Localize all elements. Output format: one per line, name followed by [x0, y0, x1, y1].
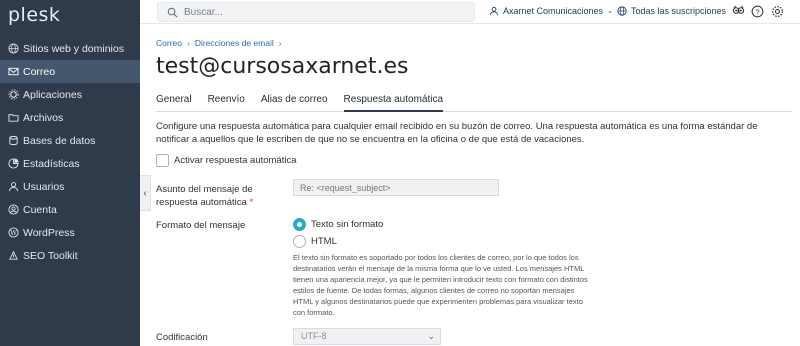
sidebar-item-label: Correo	[23, 65, 56, 78]
sidebar-item-label: Cuenta	[23, 203, 57, 216]
svg-text:W: W	[10, 229, 17, 237]
chart-icon	[7, 158, 19, 170]
tab-alias[interactable]: Alias de correo	[261, 93, 328, 112]
sidebar-item-aplicaciones[interactable]: Aplicaciones	[0, 83, 140, 106]
user-icon	[489, 7, 499, 16]
radio-html[interactable]	[293, 235, 306, 248]
folder-icon	[7, 112, 19, 124]
encoding-select[interactable]: UTF-8 ⌄	[293, 328, 441, 345]
subject-label-line2: respuesta automática	[156, 197, 247, 208]
database-icon	[7, 135, 19, 147]
subscriptions-menu[interactable]: Todas las suscripciones	[617, 6, 726, 16]
tab-respuesta-automatica[interactable]: Respuesta automática	[343, 93, 444, 112]
account-label: Axarnet Comunicaciones	[503, 6, 604, 16]
sidebar-item-estadisticas[interactable]: Estadísticas	[0, 152, 140, 175]
format-hint-text: El texto sin formato es soportado por to…	[293, 253, 588, 317]
required-mark: *	[249, 197, 254, 208]
gear-icon	[7, 89, 19, 101]
sidebar-item-usuarios[interactable]: Usuarios	[0, 175, 140, 198]
sidebar-item-seo-toolkit[interactable]: SEO Toolkit	[0, 244, 140, 267]
tab-general[interactable]: General	[156, 93, 192, 112]
sidebar-item-label: WordPress	[23, 226, 75, 239]
encoding-field-label: Codificación	[156, 332, 208, 343]
subject-input[interactable]	[293, 179, 499, 196]
globe-icon	[7, 43, 19, 55]
account-icon	[7, 204, 19, 216]
enable-autoresponder-label: Activar respuesta automática	[174, 155, 297, 166]
mail-icon	[7, 66, 19, 78]
subject-field-label: Asunto del mensaje de respuesta automáti…	[156, 183, 253, 209]
plesk-logo[interactable]: plesk	[8, 4, 60, 26]
format-option-label: HTML	[311, 236, 337, 247]
autoresponder-description: Configure una respuesta automática para …	[156, 121, 758, 145]
sidebar-item-label: Archivos	[23, 111, 64, 124]
seo-icon	[7, 250, 19, 262]
top-header: Axarnet Comunicaciones ⌄ Todas las suscr…	[140, 0, 800, 24]
encoding-value: UTF-8	[301, 331, 327, 341]
sidebar-item-wordpress[interactable]: W WordPress	[0, 221, 140, 244]
owl-icon[interactable]	[732, 5, 745, 18]
sidebar-item-label: Estadísticas	[23, 157, 80, 170]
chevron-down-icon: ⌄	[427, 331, 435, 341]
breadcrumb: Correo › Direcciones de email ›	[156, 38, 287, 48]
format-field-label: Formato del mensaje	[156, 220, 246, 231]
format-option-label: Texto sin formato	[311, 219, 384, 230]
breadcrumb-link-correo[interactable]: Correo	[156, 38, 182, 48]
sidebar-collapse-button[interactable]: ‹	[140, 175, 151, 211]
chevron-left-icon: ‹	[143, 187, 147, 199]
wordpress-icon: W	[7, 227, 19, 239]
format-option-plain[interactable]: Texto sin formato	[293, 218, 383, 231]
tab-bar: General Reenvío Alias de correo Respuest…	[156, 93, 792, 112]
page-title: test@cursosaxarnet.es	[156, 54, 409, 79]
account-menu[interactable]: Axarnet Comunicaciones ⌄	[489, 6, 613, 16]
sidebar-item-cuenta[interactable]: Cuenta	[0, 198, 140, 221]
tab-reenvio[interactable]: Reenvío	[208, 93, 245, 112]
breadcrumb-separator: ›	[278, 38, 282, 48]
settings-icon[interactable]	[771, 5, 784, 18]
radio-plain-text[interactable]	[293, 218, 306, 231]
subscriptions-label: Todas las suscripciones	[631, 6, 727, 16]
sidebar-item-label: Aplicaciones	[23, 88, 82, 101]
sidebar-item-sitios-web[interactable]: Sitios web y dominios	[0, 37, 140, 60]
search-box[interactable]	[157, 2, 475, 22]
breadcrumb-link-direcciones[interactable]: Direcciones de email	[195, 38, 274, 48]
help-icon[interactable]: ?	[751, 5, 764, 18]
search-input[interactable]	[184, 5, 464, 19]
sidebar-item-archivos[interactable]: Archivos	[0, 106, 140, 129]
sidebar: plesk Sitios web y dominios Correo Aplic…	[0, 0, 140, 346]
chevron-down-icon: ⌄	[607, 8, 613, 15]
sidebar-item-label: Usuarios	[23, 180, 65, 193]
enable-autoresponder-row[interactable]: Activar respuesta automática	[156, 154, 297, 167]
format-option-html[interactable]: HTML	[293, 235, 337, 248]
sidebar-item-label: SEO Toolkit	[23, 249, 78, 262]
user-icon	[7, 181, 19, 193]
breadcrumb-separator: ›	[186, 38, 190, 48]
globe-icon	[617, 6, 627, 16]
svg-text:?: ?	[755, 7, 759, 16]
search-icon	[167, 7, 178, 18]
subject-label-line1: Asunto del mensaje de	[156, 184, 253, 195]
sidebar-nav: Sitios web y dominios Correo Aplicacione…	[0, 37, 140, 267]
sidebar-item-label: Bases de datos	[23, 134, 96, 147]
sidebar-item-label: Sitios web y dominios	[23, 42, 124, 55]
sidebar-item-bases-de-datos[interactable]: Bases de datos	[0, 129, 140, 152]
sidebar-item-correo[interactable]: Correo	[0, 60, 140, 83]
enable-autoresponder-checkbox[interactable]	[156, 154, 169, 167]
